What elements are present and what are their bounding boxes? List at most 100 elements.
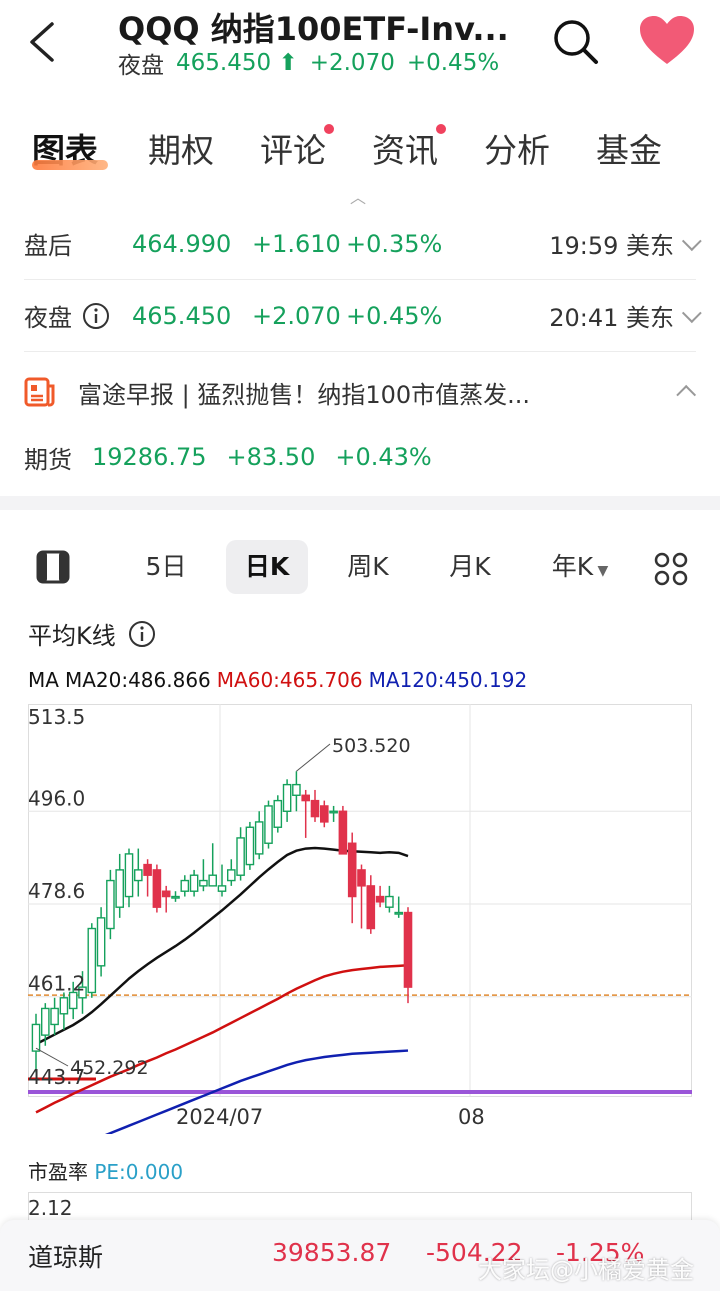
- news-badge: [436, 124, 446, 134]
- futures-row[interactable]: 期货 19286.75 +83.50 +0.43%: [24, 432, 696, 482]
- news-headline: 富途早报 | 猛烈抛售！纳指100市值蒸发...: [78, 380, 531, 409]
- candle-up: [217, 885, 227, 892]
- search-icon[interactable]: [550, 16, 600, 66]
- ma-legend: MA MA20:486.866 MA60:465.706 MA120:450.1…: [28, 668, 527, 692]
- pe-section-title: 市盈率 PE:0.000: [28, 1160, 184, 1184]
- y-tick-label: 496.0: [28, 786, 85, 810]
- overnight-change: +2.070: [252, 301, 341, 330]
- candle: [226, 859, 236, 886]
- candle-up: [124, 853, 134, 898]
- high-annotation: 503.520: [332, 735, 411, 757]
- header-price: 465.450 ⬆: [176, 50, 298, 76]
- period-daily[interactable]: 日K: [226, 540, 308, 594]
- candle-down: [310, 799, 320, 818]
- tab-options[interactable]: 期权: [148, 124, 214, 172]
- info-icon[interactable]: [128, 620, 156, 648]
- candle: [292, 771, 301, 812]
- candle-down: [366, 885, 376, 930]
- active-tab-indicator: [32, 160, 108, 170]
- dropdown-caret-icon: ▼: [593, 563, 609, 579]
- collapse-caret-icon[interactable]: ︿: [350, 184, 366, 208]
- low-annotation: 452.292: [70, 1057, 149, 1079]
- after-hours-pct: +0.35%: [346, 229, 443, 258]
- period-monthly[interactable]: 月K: [438, 540, 502, 594]
- back-arrow-icon[interactable]: [22, 18, 66, 66]
- candle: [366, 875, 376, 934]
- candle: [115, 853, 124, 918]
- candle-down: [338, 810, 348, 855]
- candle-up: [226, 869, 236, 882]
- y-tick-label: 461.2: [28, 972, 85, 996]
- index-price: 39853.87: [272, 1238, 392, 1267]
- candle: [31, 1013, 41, 1073]
- x-tick-label: 2024/07: [176, 1105, 263, 1129]
- candle-up: [59, 997, 69, 1015]
- candle: [106, 869, 115, 940]
- candle: [236, 827, 245, 881]
- period-weekly[interactable]: 周K: [336, 540, 400, 594]
- candle: [320, 800, 329, 828]
- favorite-heart-icon[interactable]: [638, 14, 696, 66]
- candle: [217, 864, 227, 897]
- candlestick-chart[interactable]: 513.5496.0478.6461.2443.72024/07 08503.52…: [28, 704, 692, 1134]
- low-annotation-line: [35, 1047, 69, 1067]
- y-tick-label: 478.6: [28, 879, 85, 903]
- candle: [59, 992, 69, 1030]
- candle-up: [394, 911, 404, 915]
- chevron-down-icon: [681, 230, 702, 251]
- period-yearly[interactable]: 年K ▼: [540, 540, 620, 594]
- tab-analysis[interactable]: 分析: [484, 124, 550, 172]
- info-icon[interactable]: [82, 302, 110, 330]
- chevron-up-icon[interactable]: [676, 384, 697, 405]
- after-hours-price: 464.990: [132, 229, 232, 258]
- news-banner[interactable]: 富途早报 | 猛烈抛售！纳指100市值蒸发...: [24, 360, 697, 424]
- candle: [282, 779, 292, 822]
- overnight-pct: +0.45%: [346, 301, 443, 330]
- candle-up: [245, 826, 255, 866]
- candle: [301, 789, 311, 838]
- candle-up: [40, 1007, 50, 1036]
- candle-up: [189, 874, 199, 892]
- candle: [394, 896, 404, 918]
- candle-up: [171, 895, 180, 899]
- candle: [50, 997, 59, 1036]
- grid-menu-icon[interactable]: [654, 552, 688, 586]
- candle-up: [208, 874, 218, 887]
- candle-up: [292, 783, 301, 796]
- overnight-price: 465.450: [132, 301, 232, 330]
- overnight-row[interactable]: 夜盘 465.450 +2.070 +0.45% 20:41 美东: [24, 280, 702, 352]
- candle: [143, 859, 152, 897]
- candle-up: [385, 895, 394, 908]
- candle: [180, 875, 190, 897]
- candle: [338, 805, 348, 855]
- candle: [208, 843, 218, 887]
- futures-label: 期货: [24, 445, 72, 474]
- candle: [310, 789, 320, 822]
- ma60-value: MA60:465.706: [216, 668, 363, 692]
- watermark: 大家坛@小橘爱黄金: [478, 1256, 694, 1284]
- candle-up: [329, 810, 338, 814]
- tab-news[interactable]: 资讯: [372, 124, 438, 172]
- layout-toggle-icon[interactable]: [36, 550, 72, 584]
- ma20-value: MA20:486.866: [64, 668, 211, 692]
- candle-up: [254, 821, 264, 855]
- section-divider: [0, 496, 720, 510]
- after-hours-change: +1.610: [252, 229, 341, 258]
- overnight-label: 夜盘: [24, 298, 132, 333]
- period-5day[interactable]: 5日: [136, 540, 196, 594]
- y-tick-label: 513.5: [28, 705, 85, 729]
- candle-up: [273, 799, 283, 828]
- candle-down: [375, 895, 385, 903]
- candle-up: [264, 805, 273, 844]
- candle-down: [403, 911, 413, 988]
- candle-down: [347, 842, 357, 898]
- candle-up: [199, 879, 208, 887]
- candle-up: [106, 879, 115, 930]
- tab-comments[interactable]: 评论: [260, 124, 326, 172]
- pe-axis-tick: 2.12: [28, 1196, 73, 1220]
- high-annotation-line: [296, 743, 331, 772]
- candle-up: [31, 1023, 41, 1052]
- after-hours-row[interactable]: 盘后 464.990 +1.610 +0.35% 19:59 美东: [24, 208, 702, 280]
- candle: [329, 805, 338, 822]
- tab-fund[interactable]: 基金: [596, 124, 662, 172]
